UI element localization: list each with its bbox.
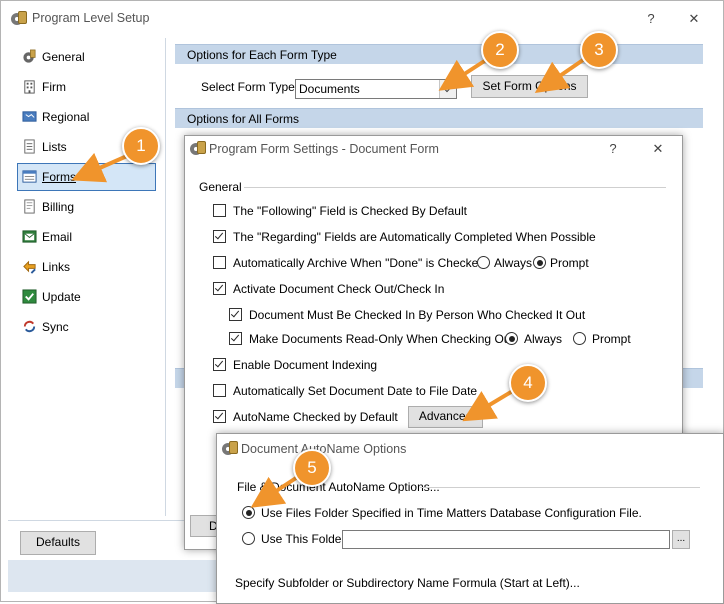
sidebar-item-label: Sync bbox=[42, 320, 69, 334]
sidebar-item-links[interactable]: Links bbox=[18, 254, 155, 280]
callout-4: 4 bbox=[509, 364, 547, 402]
autoname-label: AutoName Checked by Default bbox=[233, 410, 398, 424]
checked-in-by-person-checkbox[interactable] bbox=[229, 308, 242, 321]
sidebar-item-billing[interactable]: Billing bbox=[18, 194, 155, 220]
section-header-each-form: Options for Each Form Type bbox=[175, 44, 703, 64]
browse-button[interactable]: ... bbox=[672, 530, 690, 549]
archive-always-radio[interactable] bbox=[477, 256, 490, 269]
following-checkbox[interactable] bbox=[213, 204, 226, 217]
read-only-label: Make Documents Read-Only When Checking O… bbox=[249, 332, 514, 346]
indexing-checkbox[interactable] bbox=[213, 358, 226, 371]
email-icon bbox=[22, 230, 37, 243]
archive-prompt-label: Prompt bbox=[550, 256, 589, 270]
regarding-label: The "Regarding" Fields are Automatically… bbox=[233, 230, 596, 244]
callout-2: 2 bbox=[481, 31, 519, 69]
billing-icon bbox=[24, 199, 35, 214]
readonly-always-radio[interactable] bbox=[505, 332, 518, 345]
section-header-all-forms: Options for All Forms bbox=[175, 108, 703, 128]
advanced-button[interactable]: Advanced bbox=[408, 406, 483, 428]
file-date-checkbox[interactable] bbox=[213, 384, 226, 397]
sidebar-item-label: Firm bbox=[42, 80, 66, 94]
app-icon bbox=[11, 11, 27, 27]
files-folder-radio[interactable] bbox=[242, 506, 255, 519]
autoname-app-icon bbox=[222, 441, 238, 457]
dialog-close-button[interactable]: ✕ bbox=[648, 141, 668, 157]
building-icon bbox=[24, 80, 35, 94]
this-folder-radio[interactable] bbox=[242, 532, 255, 545]
sidebar: General Firm Regional Lists Forms Billin… bbox=[8, 38, 166, 516]
sync-icon bbox=[23, 320, 36, 333]
update-icon bbox=[22, 289, 37, 304]
sidebar-item-label: Forms bbox=[42, 170, 76, 184]
file-date-label: Automatically Set Document Date to File … bbox=[233, 384, 478, 398]
sidebar-item-email[interactable]: Email bbox=[18, 224, 155, 250]
read-only-checkbox[interactable] bbox=[229, 332, 242, 345]
dialog-help-button[interactable]: ? bbox=[603, 141, 623, 156]
readonly-prompt-radio[interactable] bbox=[573, 332, 586, 345]
sidebar-item-forms[interactable]: Forms bbox=[17, 163, 156, 191]
sidebar-item-label: Regional bbox=[42, 110, 90, 124]
this-folder-label: Use This Folder bbox=[261, 532, 346, 546]
set-form-options-button[interactable]: Set Form Options bbox=[471, 75, 588, 98]
auto-archive-checkbox[interactable] bbox=[213, 256, 226, 269]
list-icon bbox=[24, 139, 35, 154]
subfolder-formula-text: Specify Subfolder or Subdirectory Name F… bbox=[235, 576, 580, 590]
form-type-select[interactable]: Documents bbox=[295, 79, 457, 99]
chevron-down-icon[interactable] bbox=[439, 80, 456, 98]
folder-path-input[interactable] bbox=[342, 530, 670, 549]
auto-archive-label: Automatically Archive When "Done" is Che… bbox=[233, 256, 485, 270]
general-group-title: General bbox=[199, 180, 242, 194]
form-type-value: Documents bbox=[299, 82, 360, 96]
readonly-always-label: Always bbox=[524, 332, 563, 346]
window-title: Program Level Setup bbox=[32, 11, 150, 25]
sidebar-item-update[interactable]: Update bbox=[18, 284, 155, 310]
sidebar-item-label: Links bbox=[42, 260, 71, 274]
sidebar-item-firm[interactable]: Firm bbox=[18, 74, 155, 100]
dialog-title: Program Form Settings - Document Form bbox=[209, 142, 439, 156]
form-icon bbox=[22, 170, 37, 183]
callout-1: 1 bbox=[122, 127, 160, 165]
indexing-label: Enable Document Indexing bbox=[233, 358, 378, 372]
callout-5: 5 bbox=[293, 449, 331, 487]
link-icon bbox=[23, 260, 36, 274]
section-title: Options for All Forms bbox=[187, 112, 300, 126]
check-out-in-checkbox[interactable] bbox=[213, 282, 226, 295]
help-button[interactable]: ? bbox=[641, 11, 661, 26]
readonly-prompt-label: Prompt bbox=[592, 332, 631, 346]
sidebar-item-sync[interactable]: Sync bbox=[18, 314, 155, 340]
dialog-app-icon bbox=[190, 141, 206, 157]
sidebar-item-label: Billing bbox=[42, 200, 75, 214]
archive-prompt-radio[interactable] bbox=[533, 256, 546, 269]
map-icon bbox=[22, 111, 37, 122]
callout-3: 3 bbox=[580, 31, 618, 69]
sidebar-item-label: Email bbox=[42, 230, 73, 244]
autoname-checkbox[interactable] bbox=[213, 410, 226, 423]
select-form-type-label: Select Form Type bbox=[201, 80, 295, 94]
sidebar-item-general[interactable]: General bbox=[18, 44, 155, 70]
autoname-group-title: File & Document AutoName Options... bbox=[237, 480, 440, 494]
sidebar-item-regional[interactable]: Regional bbox=[18, 104, 155, 130]
check-out-in-label: Activate Document Check Out/Check In bbox=[233, 282, 445, 296]
title-bar: Program Level Setup ? ✕ bbox=[1, 1, 723, 35]
gear-icon bbox=[23, 49, 36, 63]
sidebar-item-label: General bbox=[42, 50, 85, 64]
sidebar-item-label: Lists bbox=[42, 140, 67, 154]
defaults-button[interactable]: Defaults bbox=[20, 531, 96, 555]
section-title: Options for Each Form Type bbox=[187, 48, 337, 62]
regarding-checkbox[interactable] bbox=[213, 230, 226, 243]
autoname-group-divider bbox=[420, 487, 700, 488]
archive-always-label: Always bbox=[494, 256, 533, 270]
group-divider bbox=[244, 187, 666, 188]
checked-in-by-person-label: Document Must Be Checked In By Person Wh… bbox=[249, 308, 586, 322]
sidebar-item-label: Update bbox=[42, 290, 81, 304]
following-label: The "Following" Field is Checked By Defa… bbox=[233, 204, 467, 218]
close-button[interactable]: ✕ bbox=[684, 11, 704, 27]
files-folder-label: Use Files Folder Specified in Time Matte… bbox=[261, 506, 642, 520]
